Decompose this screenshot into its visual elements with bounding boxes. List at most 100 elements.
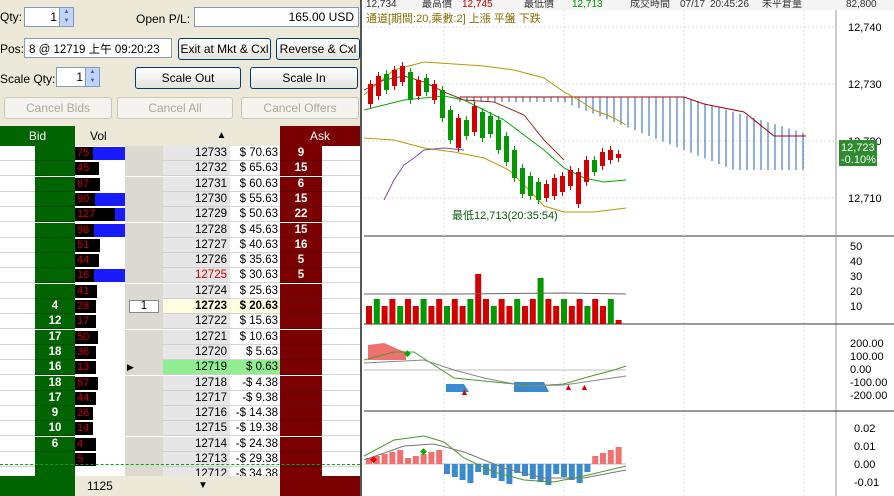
exit-at-market-button[interactable]: Exit at Mkt & Cxl bbox=[178, 38, 271, 60]
qty-spin-arrows[interactable]: ▲ ▼ bbox=[59, 8, 73, 26]
working-order-cell[interactable] bbox=[125, 146, 163, 161]
ladder-row[interactable]: 9 26 12716 -$ 14.38 bbox=[0, 406, 360, 422]
ask-size[interactable] bbox=[280, 421, 322, 437]
ask-order-cell[interactable] bbox=[322, 253, 360, 269]
ask-order-cell[interactable] bbox=[322, 176, 360, 192]
price-cell[interactable]: 12728 bbox=[163, 222, 230, 238]
ask-order-cell[interactable] bbox=[322, 406, 360, 422]
ask-size[interactable]: 6 bbox=[280, 176, 322, 192]
bid-size[interactable] bbox=[35, 191, 75, 207]
price-cell[interactable]: 12719 bbox=[163, 360, 230, 376]
ladder-row[interactable]: 18 67 12718 -$ 4.38 bbox=[0, 375, 360, 391]
bid-size[interactable]: 4 bbox=[35, 299, 75, 314]
price-cell[interactable]: 12723 bbox=[163, 299, 230, 314]
bid-order-cell[interactable] bbox=[0, 161, 35, 177]
ask-size[interactable]: 15 bbox=[280, 222, 322, 238]
bid-order-cell[interactable] bbox=[0, 329, 35, 345]
bid-size[interactable] bbox=[35, 283, 75, 299]
bid-order-cell[interactable] bbox=[0, 299, 35, 314]
ask-order-cell[interactable] bbox=[322, 268, 360, 284]
ask-order-cell[interactable] bbox=[322, 283, 360, 299]
price-cell[interactable]: 12718 bbox=[163, 375, 230, 391]
ask-size[interactable] bbox=[280, 375, 322, 391]
price-cell[interactable]: 12727 bbox=[163, 237, 230, 253]
cancel-bids-button[interactable]: Cancel Bids bbox=[4, 97, 112, 119]
bid-size[interactable]: 17 bbox=[35, 329, 75, 345]
bid-order-cell[interactable] bbox=[0, 360, 35, 376]
ask-order-cell[interactable] bbox=[322, 237, 360, 253]
ladder-row[interactable]: 41 12724 $ 25.63 bbox=[0, 283, 360, 299]
ask-order-cell[interactable] bbox=[322, 146, 360, 161]
scroll-down-icon[interactable]: ▼ bbox=[163, 476, 243, 496]
price-cell[interactable]: 12730 bbox=[163, 191, 230, 207]
bid-order-cell[interactable] bbox=[0, 375, 35, 391]
ask-size[interactable]: 15 bbox=[280, 161, 322, 177]
working-order-cell[interactable] bbox=[125, 161, 163, 177]
ladder-row[interactable]: 16 13 ▶ 12719 $ 0.63 bbox=[0, 360, 360, 376]
ladder-row[interactable]: 17 44 12717 -$ 9.38 bbox=[0, 390, 360, 406]
ladder-row[interactable]: 75 12733 $ 70.63 9 bbox=[0, 146, 360, 161]
working-order-cell[interactable] bbox=[125, 283, 163, 299]
ladder-row[interactable]: 16 12725 $ 30.63 5 bbox=[0, 268, 360, 284]
working-order-cell[interactable] bbox=[125, 344, 163, 360]
scale-in-button[interactable]: Scale In bbox=[250, 67, 358, 89]
bid-order-cell[interactable] bbox=[0, 390, 35, 406]
ladder-row[interactable]: 12 17 12722 $ 15.63 bbox=[0, 314, 360, 330]
bid-size[interactable] bbox=[35, 222, 75, 238]
ask-order-cell[interactable] bbox=[322, 329, 360, 345]
price-cell[interactable]: 12716 bbox=[163, 406, 230, 422]
working-order-cell[interactable] bbox=[125, 176, 163, 192]
ask-order-cell[interactable] bbox=[322, 299, 360, 314]
bid-order-cell[interactable] bbox=[0, 176, 35, 192]
price-cell[interactable]: 12722 bbox=[163, 314, 230, 330]
ask-order-cell[interactable] bbox=[322, 375, 360, 391]
working-order-cell[interactable] bbox=[125, 406, 163, 422]
ask-order-cell[interactable] bbox=[322, 314, 360, 330]
working-order-cell[interactable] bbox=[125, 329, 163, 345]
bid-order-cell[interactable] bbox=[0, 436, 35, 452]
bid-size[interactable]: 10 bbox=[35, 421, 75, 437]
working-order-cell[interactable]: 1 bbox=[125, 299, 163, 314]
ask-size[interactable]: 15 bbox=[280, 191, 322, 207]
bid-size[interactable] bbox=[35, 268, 75, 284]
ladder-row[interactable]: 44 12726 $ 35.63 5 bbox=[0, 253, 360, 269]
bid-size[interactable] bbox=[35, 467, 75, 476]
bid-size[interactable] bbox=[35, 146, 75, 161]
ask-size[interactable] bbox=[280, 283, 322, 299]
price-cell[interactable]: 12724 bbox=[163, 283, 230, 299]
scale-qty-spin-arrows[interactable]: ▲ ▼ bbox=[85, 68, 99, 86]
bid-size[interactable] bbox=[35, 237, 75, 253]
vol-header[interactable]: Vol bbox=[75, 126, 163, 146]
ladder-row[interactable]: 51 12727 $ 40.63 16 bbox=[0, 237, 360, 253]
qty-spinner[interactable]: 1 ▲ ▼ bbox=[24, 7, 74, 27]
ladder-row[interactable]: 90 12730 $ 55.63 15 bbox=[0, 191, 360, 207]
working-order-cell[interactable] bbox=[125, 191, 163, 207]
working-order-cell[interactable] bbox=[125, 375, 163, 391]
bid-order-cell[interactable] bbox=[0, 146, 35, 161]
working-order-cell[interactable] bbox=[125, 314, 163, 330]
spin-up-icon[interactable]: ▲ bbox=[86, 68, 99, 77]
ladder-row[interactable]: 17 50 12721 $ 10.63 bbox=[0, 329, 360, 345]
scale-qty-spinner[interactable]: 1 ▲ ▼ bbox=[56, 67, 100, 87]
cancel-all-button[interactable]: Cancel All bbox=[117, 97, 233, 119]
ask-order-cell[interactable] bbox=[322, 390, 360, 406]
price-cell[interactable]: 12725 bbox=[163, 268, 230, 284]
price-cell[interactable]: 12712 bbox=[163, 467, 230, 476]
bid-header[interactable]: Bid bbox=[0, 126, 75, 146]
bid-size[interactable]: 18 bbox=[35, 375, 75, 391]
spin-up-icon[interactable]: ▲ bbox=[60, 8, 73, 17]
bid-size[interactable]: 16 bbox=[35, 360, 75, 376]
ask-size[interactable]: 16 bbox=[280, 237, 322, 253]
reverse-button[interactable]: Reverse & Cxl bbox=[276, 38, 360, 60]
working-order-cell[interactable]: ▶ bbox=[125, 360, 163, 376]
bid-order-cell[interactable] bbox=[0, 283, 35, 299]
spin-down-icon[interactable]: ▼ bbox=[60, 17, 73, 26]
ask-size[interactable] bbox=[280, 344, 322, 360]
price-chart-panel[interactable]: 12,734 最高價 12,745 最低價 12,713 成交時間 07/17 … bbox=[363, 0, 894, 496]
working-order-cell[interactable] bbox=[125, 222, 163, 238]
ask-order-cell[interactable] bbox=[322, 421, 360, 437]
ask-order-cell[interactable] bbox=[322, 344, 360, 360]
bid-order-cell[interactable] bbox=[0, 421, 35, 437]
working-order-cell[interactable] bbox=[125, 253, 163, 269]
ladder-row[interactable]: 10 14 12715 -$ 19.38 bbox=[0, 421, 360, 437]
